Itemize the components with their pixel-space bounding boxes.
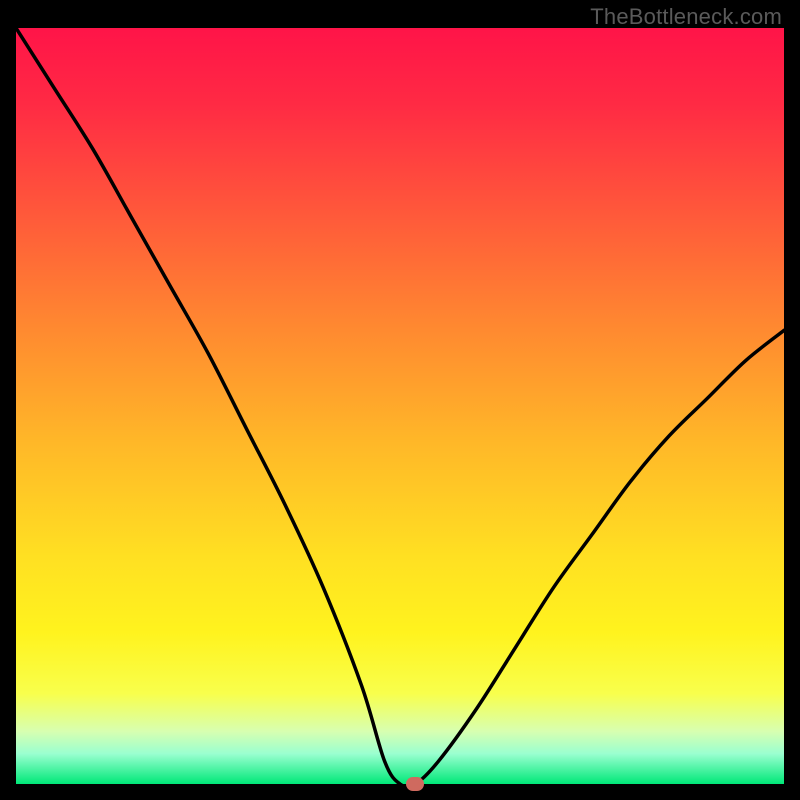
bottleneck-curve	[16, 28, 784, 784]
chart-container: TheBottleneck.com	[0, 0, 800, 800]
plot-area	[16, 28, 784, 784]
optimal-point-marker	[406, 777, 424, 791]
watermark-text: TheBottleneck.com	[590, 4, 782, 30]
